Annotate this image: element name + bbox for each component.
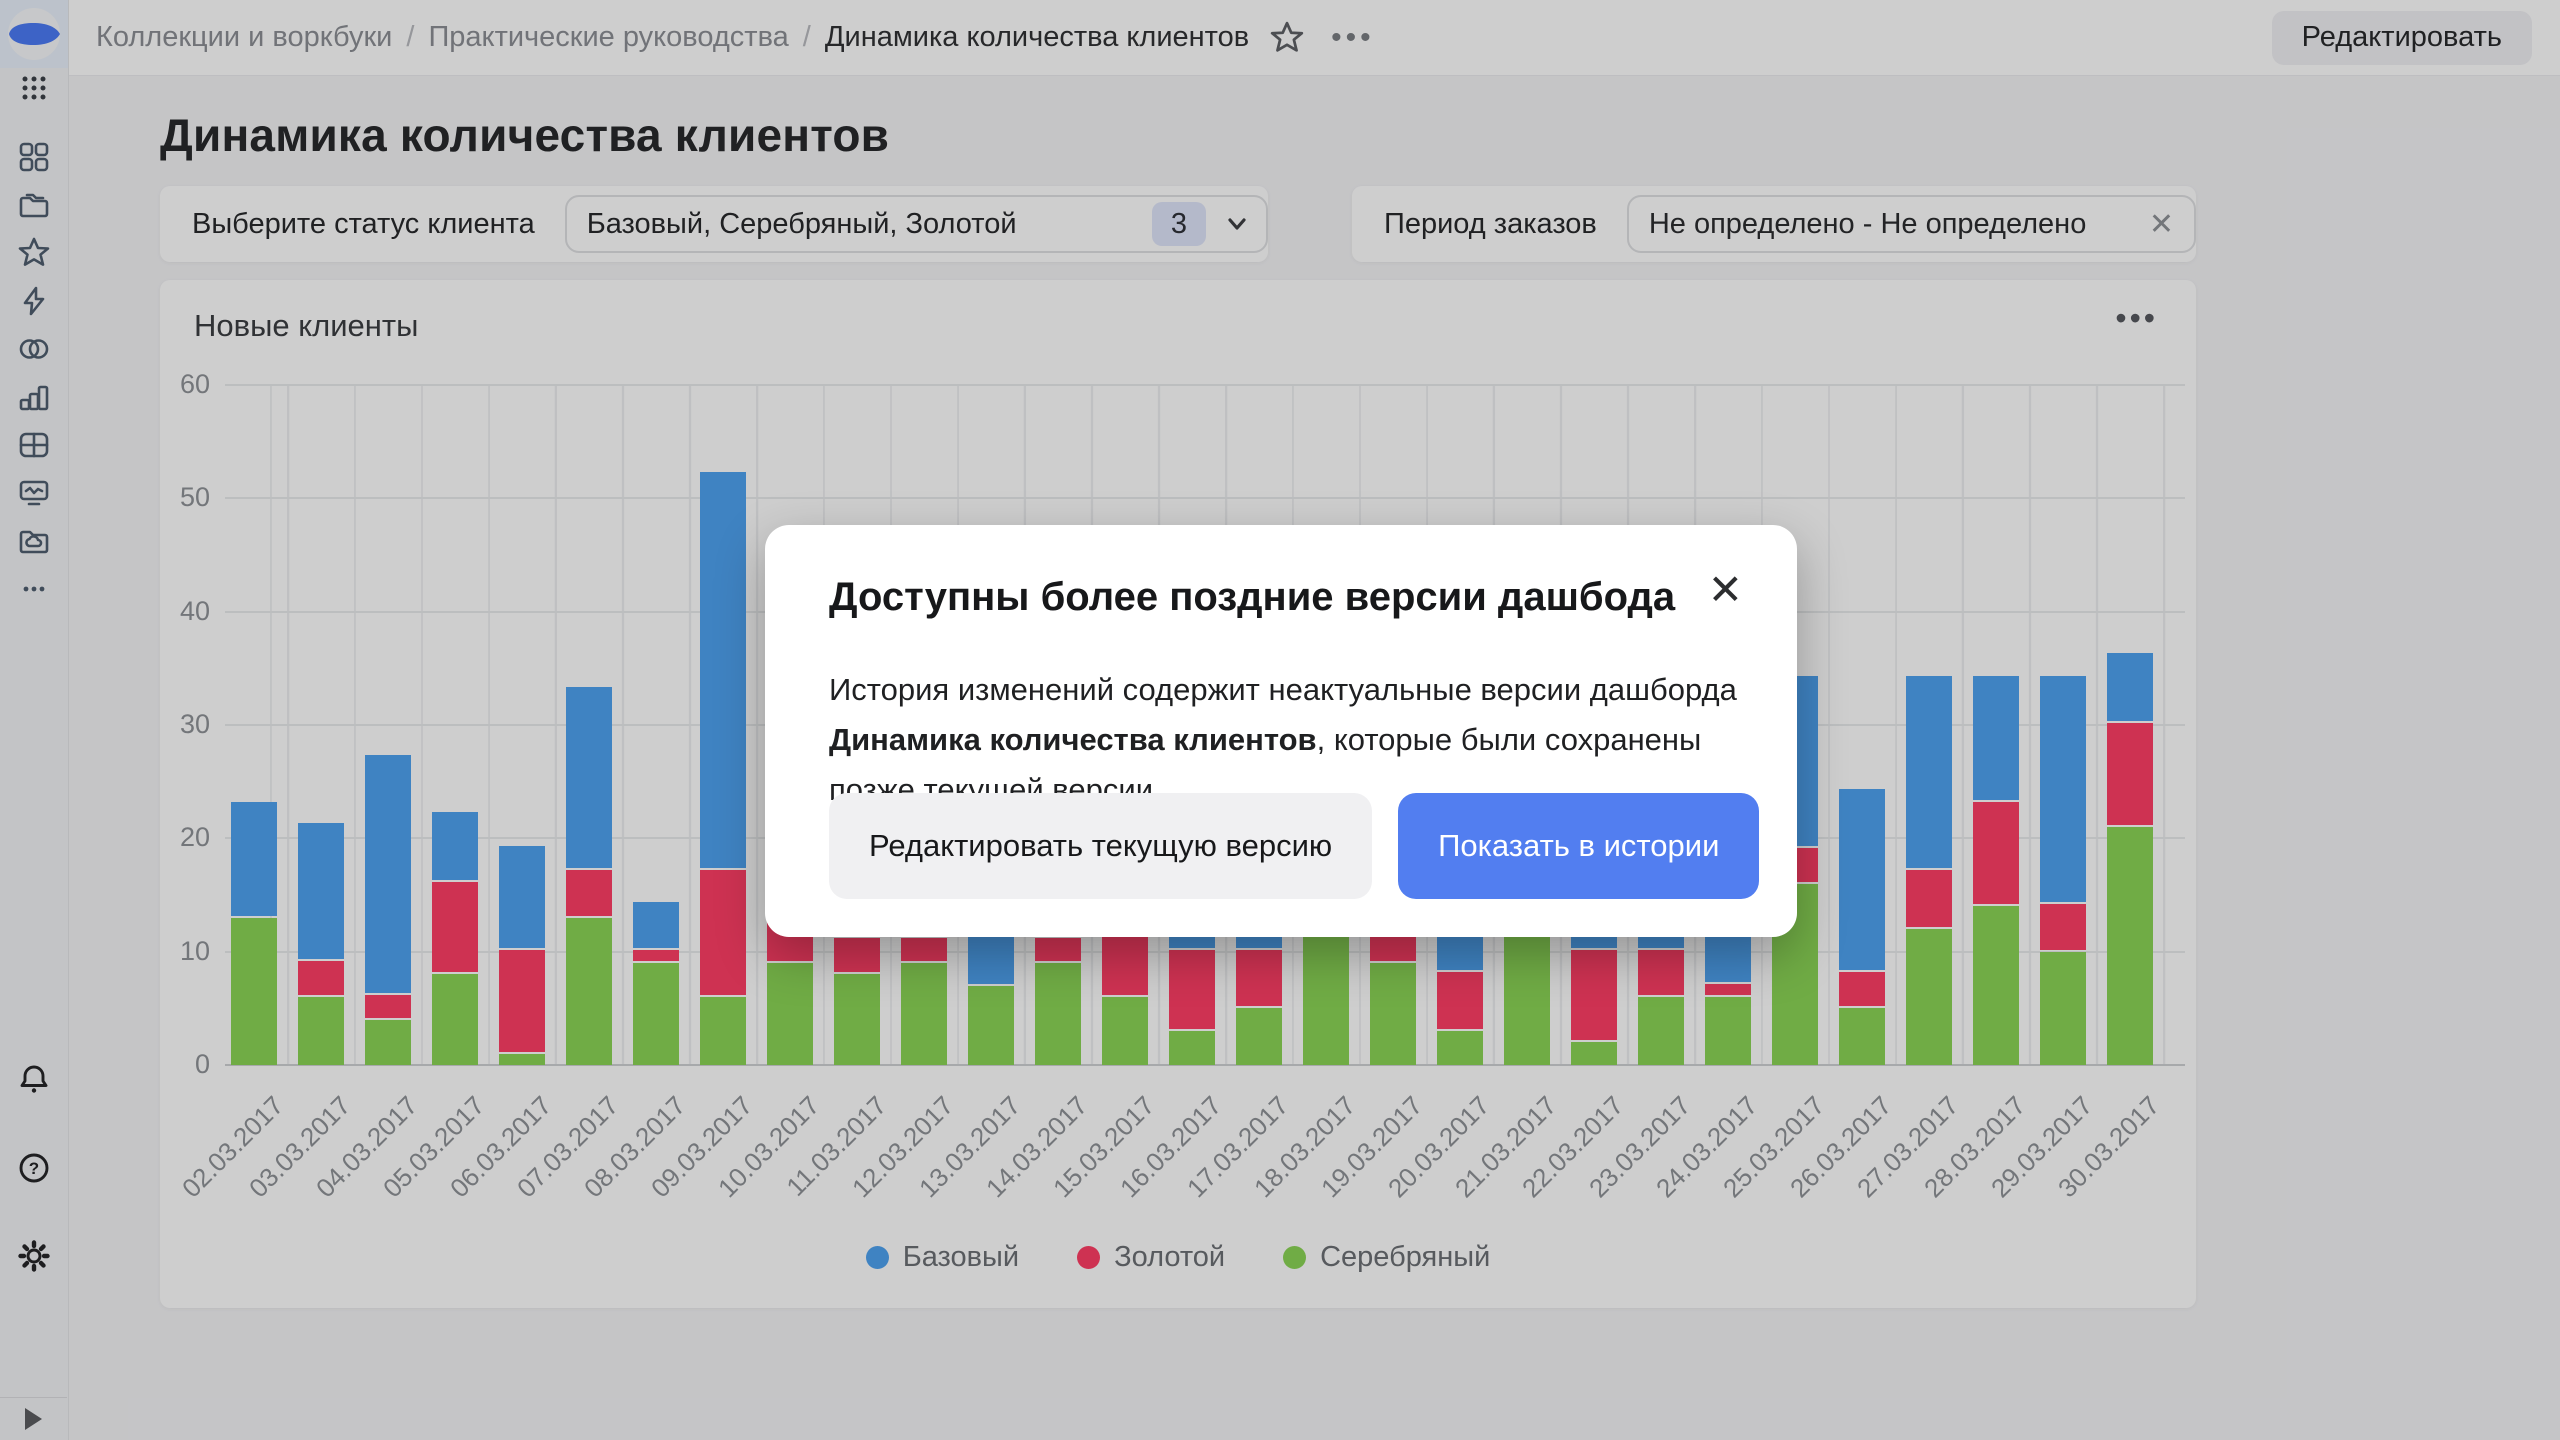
show-in-history-button[interactable]: Показать в истории (1398, 793, 1759, 899)
newer-versions-modal: Доступны более поздние версии дашбода ✕ … (765, 525, 1797, 937)
modal-actions: Редактировать текущую версию Показать в … (829, 793, 1759, 899)
edit-current-version-button[interactable]: Редактировать текущую версию (829, 793, 1372, 899)
modal-body-bold: Динамика количества клиентов (829, 722, 1317, 757)
close-icon[interactable]: ✕ (1708, 569, 1743, 611)
modal-title: Доступны более поздние версии дашбода (829, 575, 1675, 620)
